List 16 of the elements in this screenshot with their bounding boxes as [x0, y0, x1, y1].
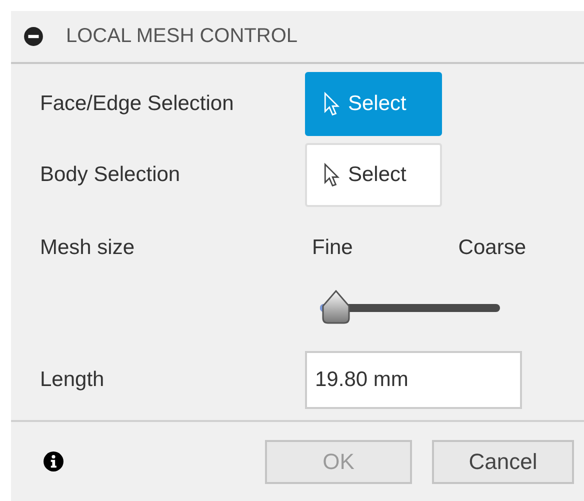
field-label: Face/Edge Selection [40, 92, 235, 116]
dialog-button[interactable]: Cancel [432, 440, 574, 484]
panel-title: LOCAL MESH CONTROL [66, 25, 298, 48]
info-icon[interactable] [43, 451, 64, 472]
slider-thumb[interactable] [321, 290, 352, 324]
collapse-icon[interactable] [23, 26, 44, 48]
select-button[interactable]: Select [305, 142, 442, 207]
cursor-icon [323, 90, 340, 117]
field-label: Body Selection [40, 162, 182, 187]
mesh-size-slider[interactable] [320, 290, 500, 324]
slider-min-label: Fine [312, 236, 353, 260]
field-label: Length [40, 368, 106, 392]
field-label: Mesh size [40, 236, 136, 260]
slider-max-label: Coarse [458, 236, 526, 260]
length-input[interactable]: 19.80 mm [305, 351, 522, 410]
cursor-icon [323, 162, 340, 188]
